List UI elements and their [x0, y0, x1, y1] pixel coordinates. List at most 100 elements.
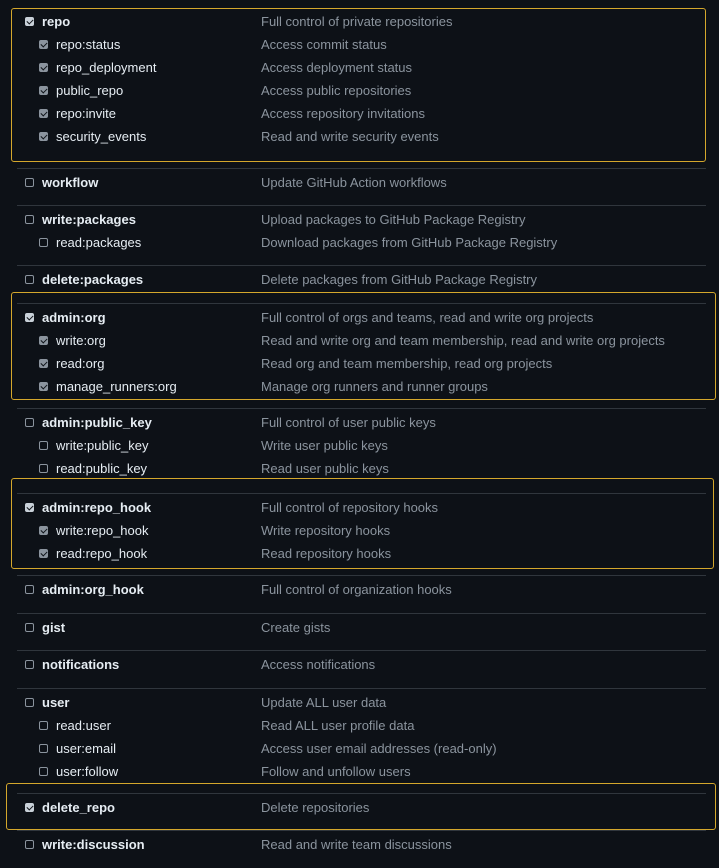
scope-row-workflow[interactable]: workflow Update GitHub Action workflows — [17, 172, 706, 195]
scope-name: read:org — [56, 356, 105, 371]
scope-group-admin-repo-hook: admin:repo_hook Full control of repositor… — [17, 493, 706, 577]
scope-checkbox-admin-org[interactable] — [25, 313, 34, 322]
scope-description: Delete packages from GitHub Package Regi… — [261, 272, 538, 287]
scope-row-public-repo[interactable]: public_repo Access public repositories — [17, 80, 706, 103]
scope-row-repo-invite[interactable]: repo:invite Access repository invitations — [17, 103, 706, 126]
scope-checkbox-user-email[interactable] — [39, 744, 48, 753]
scope-description: Access public repositories — [261, 83, 412, 98]
scope-description: Download packages from GitHub Package Re… — [261, 235, 558, 250]
scope-row-read-user[interactable]: read:user Read ALL user profile data — [17, 715, 706, 738]
scope-group-write-packages: write:packages Upload packages to GitHub … — [17, 205, 706, 266]
scope-checkbox-repo-invite[interactable] — [39, 109, 48, 118]
scope-row-security-events[interactable]: security_events Read and write security e… — [17, 126, 706, 149]
scope-name: read:public_key — [56, 461, 148, 476]
scope-row-write-repo-hook[interactable]: write:repo_hook Write repository hooks — [17, 520, 706, 543]
scope-checkbox-read-public-key[interactable] — [39, 464, 48, 473]
scope-row-user-email[interactable]: user:email Access user email addresses (r… — [17, 738, 706, 761]
scope-row-gist[interactable]: gist Create gists — [17, 617, 706, 640]
scope-checkbox-notifications[interactable] — [25, 660, 34, 669]
scope-checkbox-security-events[interactable] — [39, 132, 48, 141]
scope-row-admin-public-key[interactable]: admin:public_key Full control of user pub… — [17, 412, 706, 435]
scope-description: Access repository invitations — [261, 106, 426, 121]
scope-checkbox-admin-public-key[interactable] — [25, 418, 34, 427]
scope-checkbox-write-public-key[interactable] — [39, 441, 48, 450]
scope-row-write-packages[interactable]: write:packages Upload packages to GitHub … — [17, 209, 706, 232]
scope-row-repo[interactable]: repo Full control of private repositories — [17, 11, 706, 34]
scope-checkbox-user-follow[interactable] — [39, 767, 48, 776]
scope-row-admin-repo-hook[interactable]: admin:repo_hook Full control of repositor… — [17, 497, 706, 520]
scope-checkbox-read-user[interactable] — [39, 721, 48, 730]
scope-description: Read ALL user profile data — [261, 718, 415, 733]
scope-row-repo-status[interactable]: repo:status Access commit status — [17, 34, 706, 57]
scope-name: repo — [42, 14, 71, 29]
scope-name: write:repo_hook — [56, 523, 149, 538]
scope-description: Read and write team discussions — [261, 837, 452, 852]
scope-name: admin:repo_hook — [42, 500, 152, 515]
scope-row-read-repo-hook[interactable]: read:repo_hook Read repository hooks — [17, 543, 706, 566]
scope-row-repo-deployment[interactable]: repo_deployment Access deployment status — [17, 57, 706, 80]
scope-checkbox-write-discussion[interactable] — [25, 840, 34, 849]
scope-group-user: user Update ALL user data read:user Read AL… — [17, 688, 706, 795]
scope-description: Read org and team membership, read org p… — [261, 356, 553, 371]
scope-row-user-follow[interactable]: user:follow Follow and unfollow users — [17, 761, 706, 784]
scope-checkbox-manage-runners-org[interactable] — [39, 382, 48, 391]
scope-name: user:email — [56, 741, 116, 756]
scope-name: write:packages — [42, 212, 136, 227]
scope-checkbox-admin-org-hook[interactable] — [25, 585, 34, 594]
scope-name: admin:org — [42, 310, 106, 325]
scope-checkbox-repo-status[interactable] — [39, 40, 48, 49]
scope-row-notifications[interactable]: notifications Access notifications — [17, 654, 706, 677]
scope-checkbox-read-repo-hook[interactable] — [39, 549, 48, 558]
scope-row-write-public-key[interactable]: write:public_key Write user public keys — [17, 435, 706, 458]
scope-row-user[interactable]: user Update ALL user data — [17, 692, 706, 715]
scope-checkbox-public-repo[interactable] — [39, 86, 48, 95]
scope-row-read-public-key[interactable]: read:public_key Read user public keys — [17, 458, 706, 481]
scope-row-read-packages[interactable]: read:packages Download packages from GitH… — [17, 232, 706, 255]
scope-name: repo:status — [56, 37, 121, 52]
scope-name: delete:packages — [42, 272, 144, 287]
scope-row-read-org[interactable]: read:org Read org and team membership, re… — [17, 353, 706, 376]
scope-row-admin-org[interactable]: admin:org Full control of orgs and teams,… — [17, 307, 706, 330]
scope-group-workflow: workflow Update GitHub Action workflows — [17, 168, 706, 206]
scope-checkbox-delete-repo[interactable] — [25, 803, 34, 812]
scope-description: Read and write org and team membership, … — [261, 333, 665, 348]
scope-name: read:packages — [56, 235, 142, 250]
scope-description: Follow and unfollow users — [261, 764, 411, 779]
scope-description: Read user public keys — [261, 461, 389, 476]
scope-row-delete-repo[interactable]: delete_repo Delete repositories — [17, 797, 706, 820]
scope-checkbox-gist[interactable] — [25, 623, 34, 632]
scope-description: Full control of repository hooks — [261, 500, 439, 515]
scope-checkbox-repo[interactable] — [25, 17, 34, 26]
scope-row-write-discussion[interactable]: write:discussion Read and write team disc… — [17, 834, 706, 857]
scope-description: Upload packages to GitHub Package Regist… — [261, 212, 526, 227]
scope-row-admin-org-hook[interactable]: admin:org_hook Full control of organizati… — [17, 579, 706, 602]
scope-description: Access deployment status — [261, 60, 413, 75]
scope-row-manage-runners-org[interactable]: manage_runners:org Manage org runners and… — [17, 376, 706, 399]
scope-row-delete-packages[interactable]: delete:packages Delete packages from GitH… — [17, 269, 706, 292]
scope-group-gist: gist Create gists — [17, 613, 706, 651]
scope-name: read:user — [56, 718, 111, 733]
scope-checkbox-read-org[interactable] — [39, 359, 48, 368]
scope-group-delete-repo: delete_repo Delete repositories — [17, 793, 706, 831]
scope-checkbox-read-packages[interactable] — [39, 238, 48, 247]
scope-checkbox-write-org[interactable] — [39, 336, 48, 345]
scope-checkbox-write-repo-hook[interactable] — [39, 526, 48, 535]
scope-description: Read repository hooks — [261, 546, 392, 561]
scope-name: gist — [42, 620, 66, 635]
scope-description: Manage org runners and runner groups — [261, 379, 488, 394]
scope-description: Full control of orgs and teams, read and… — [261, 310, 594, 325]
scope-description: Create gists — [261, 620, 331, 635]
scope-checkbox-repo-deployment[interactable] — [39, 63, 48, 72]
scope-name: repo_deployment — [56, 60, 157, 75]
scope-description: Full control of private repositories — [261, 14, 453, 29]
scope-checkbox-write-packages[interactable] — [25, 215, 34, 224]
scope-row-write-org[interactable]: write:org Read and write org and team mem… — [17, 330, 706, 353]
scope-name: write:discussion — [42, 837, 145, 852]
scope-checkbox-user[interactable] — [25, 698, 34, 707]
scope-checkbox-admin-repo-hook[interactable] — [25, 503, 34, 512]
scope-name: admin:public_key — [42, 415, 152, 430]
scope-name: security_events — [56, 129, 147, 144]
scope-checkbox-workflow[interactable] — [25, 178, 34, 187]
scope-checkbox-delete-packages[interactable] — [25, 275, 34, 284]
scope-group-repo: repo Full control of private repositories… — [17, 8, 706, 161]
